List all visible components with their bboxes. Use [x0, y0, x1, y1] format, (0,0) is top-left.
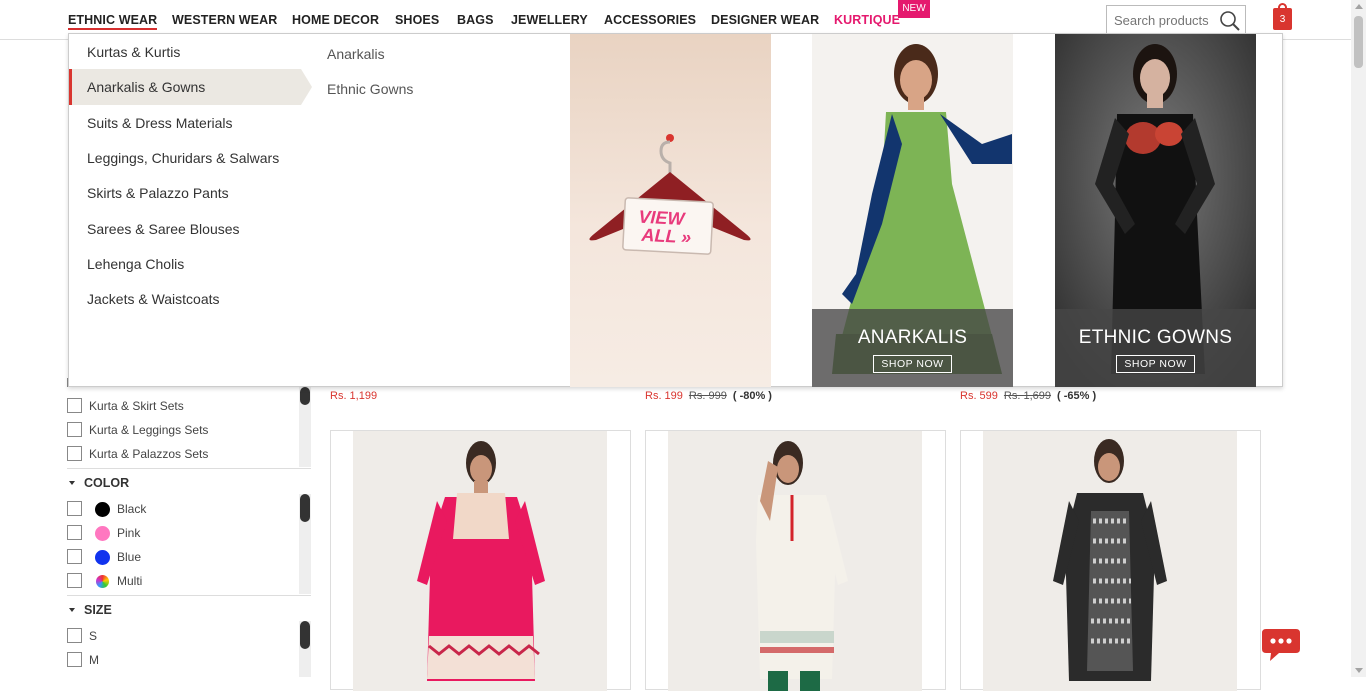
menu-item-skirts-palazzo[interactable]: Skirts & Palazzo Pants — [69, 175, 309, 211]
scroll-up-arrow-icon[interactable] — [1355, 4, 1363, 9]
search-input[interactable] — [1107, 6, 1217, 34]
current-price: Rs. 199 — [645, 390, 683, 402]
color-label: Black — [117, 502, 147, 516]
color-label: Pink — [117, 526, 141, 540]
checkbox[interactable] — [67, 422, 82, 437]
ethnic-gowns-caption: ETHNIC GOWNS SHOP NOW — [1055, 309, 1256, 387]
page-scrollbar[interactable] — [1351, 0, 1366, 677]
color-heading-label: COLOR — [84, 476, 130, 490]
filter-label: Kurta & Palazzos Sets — [89, 447, 209, 461]
menu-item-kurtas-kurtis[interactable]: Kurtas & Kurtis — [69, 34, 309, 70]
new-badge: NEW — [898, 0, 930, 18]
size-filter-scrollbar[interactable] — [299, 621, 311, 677]
product-price: Rs. 199 Rs. 999 ( -80% ) — [645, 390, 772, 402]
view-all-line2: ALL — [641, 224, 677, 247]
size-label: S — [89, 629, 98, 643]
checkbox[interactable] — [67, 525, 82, 540]
color-filter-scrollbar[interactable] — [299, 494, 311, 594]
discount-badge: ( -80% ) — [732, 390, 772, 402]
submenu-ethnic-gowns[interactable]: Ethnic Gowns — [327, 81, 413, 97]
scrollbar-thumb[interactable] — [1354, 16, 1363, 68]
product-card[interactable] — [645, 430, 946, 691]
color-option-multi[interactable]: Multi — [67, 573, 267, 591]
menu-item-anarkalis-gowns[interactable]: Anarkalis & Gowns — [69, 69, 312, 105]
nav-ethnic-wear[interactable]: ETHNIC WEAR — [68, 13, 158, 30]
search-box[interactable] — [1106, 5, 1246, 35]
nav-designer-wear[interactable]: DESIGNER WEAR — [711, 13, 819, 27]
ethnic-gowns-promo[interactable]: ETHNIC GOWNS SHOP NOW — [1055, 34, 1256, 387]
checkbox[interactable] — [67, 549, 82, 564]
color-label: Blue — [117, 550, 142, 564]
checkbox[interactable] — [67, 398, 82, 413]
size-filter-heading[interactable]: SIZE — [67, 595, 311, 621]
product-card[interactable] — [330, 430, 631, 691]
double-chevron-icon: » — [680, 226, 692, 248]
black-swatch-icon — [95, 502, 110, 517]
nav-accessories[interactable]: ACCESSORIES — [604, 13, 696, 27]
color-option-pink[interactable]: Pink — [67, 525, 267, 543]
pink-kurta-image[interactable] — [353, 431, 607, 691]
size-label: M — [89, 653, 99, 667]
product-price: Rs. 1,199 — [330, 390, 377, 402]
menu-item-leggings-churidars[interactable]: Leggings, Churidars & Salwars — [69, 140, 309, 176]
ethnic-wear-mega-menu: Kurtas & Kurtis Anarkalis & Gowns Suits … — [68, 33, 1283, 387]
multi-swatch-icon — [96, 575, 109, 588]
nav-western-wear[interactable]: WESTERN WEAR — [172, 13, 277, 27]
original-price: Rs. 999 — [688, 390, 727, 402]
menu-item-jackets-waistcoats[interactable]: Jackets & Waistcoats — [69, 281, 309, 317]
color-filter-heading[interactable]: COLOR — [67, 468, 311, 494]
cart-icon[interactable]: 3 — [1273, 3, 1292, 30]
view-all-tile[interactable]: VIEW ALL » — [570, 34, 771, 387]
ethnic-gowns-title: ETHNIC GOWNS — [1078, 327, 1233, 348]
discount-badge: ( -65% ) — [1057, 390, 1097, 402]
current-price: Rs. 1,199 — [330, 390, 378, 402]
ethnic-gowns-shop-now-button[interactable]: SHOP NOW — [1116, 355, 1195, 373]
color-option-black[interactable]: Black — [67, 501, 267, 519]
caret-down-icon — [69, 481, 75, 485]
checkbox[interactable] — [67, 652, 82, 667]
type-filter-scrollbar[interactable] — [299, 387, 311, 467]
checkbox[interactable] — [67, 446, 82, 461]
checkbox[interactable] — [67, 628, 82, 643]
size-heading-label: SIZE — [84, 603, 112, 617]
blue-swatch-icon — [95, 550, 110, 565]
filter-label: Kurta & Leggings Sets — [89, 423, 209, 437]
color-option-blue[interactable]: Blue — [67, 549, 267, 567]
anarkalis-shop-now-button[interactable]: SHOP NOW — [873, 355, 952, 373]
nav-bags[interactable]: BAGS — [457, 13, 494, 27]
product-price: Rs. 599 Rs. 1,699 ( -65% ) — [960, 390, 1096, 402]
anarkalis-caption: ANARKALIS SHOP NOW — [812, 309, 1013, 387]
current-price: Rs. 599 — [960, 390, 998, 402]
nav-jewellery[interactable]: JEWELLERY — [511, 13, 588, 27]
menu-item-lehenga-cholis[interactable]: Lehenga Cholis — [69, 246, 309, 282]
cart-count: 3 — [1279, 14, 1286, 25]
nav-kurtique[interactable]: KURTIQUE — [834, 13, 900, 27]
color-label: Multi — [117, 574, 143, 588]
pink-swatch-icon — [95, 526, 110, 541]
filter-label: Kurta & Skirt Sets — [89, 399, 184, 413]
white-kurta-image[interactable] — [668, 431, 922, 691]
nav-shoes[interactable]: SHOES — [395, 13, 439, 27]
submenu-anarkalis[interactable]: Anarkalis — [327, 46, 385, 62]
checkbox[interactable] — [67, 573, 82, 588]
menu-item-suits-dress-materials[interactable]: Suits & Dress Materials — [69, 105, 309, 141]
checkbox[interactable] — [67, 501, 82, 516]
original-price: Rs. 1,699 — [1003, 390, 1052, 402]
chat-icon[interactable] — [1261, 628, 1301, 661]
scroll-down-arrow-icon[interactable] — [1355, 668, 1363, 673]
black-kurta-image[interactable] — [983, 431, 1237, 691]
anarkalis-promo[interactable]: ANARKALIS SHOP NOW — [812, 34, 1013, 387]
product-card[interactable] — [960, 430, 1261, 691]
menu-item-sarees[interactable]: Sarees & Saree Blouses — [69, 211, 309, 247]
anarkalis-title: ANARKALIS — [857, 327, 968, 348]
nav-home-decor[interactable]: HOME DECOR — [292, 13, 379, 27]
caret-down-icon — [69, 608, 75, 612]
